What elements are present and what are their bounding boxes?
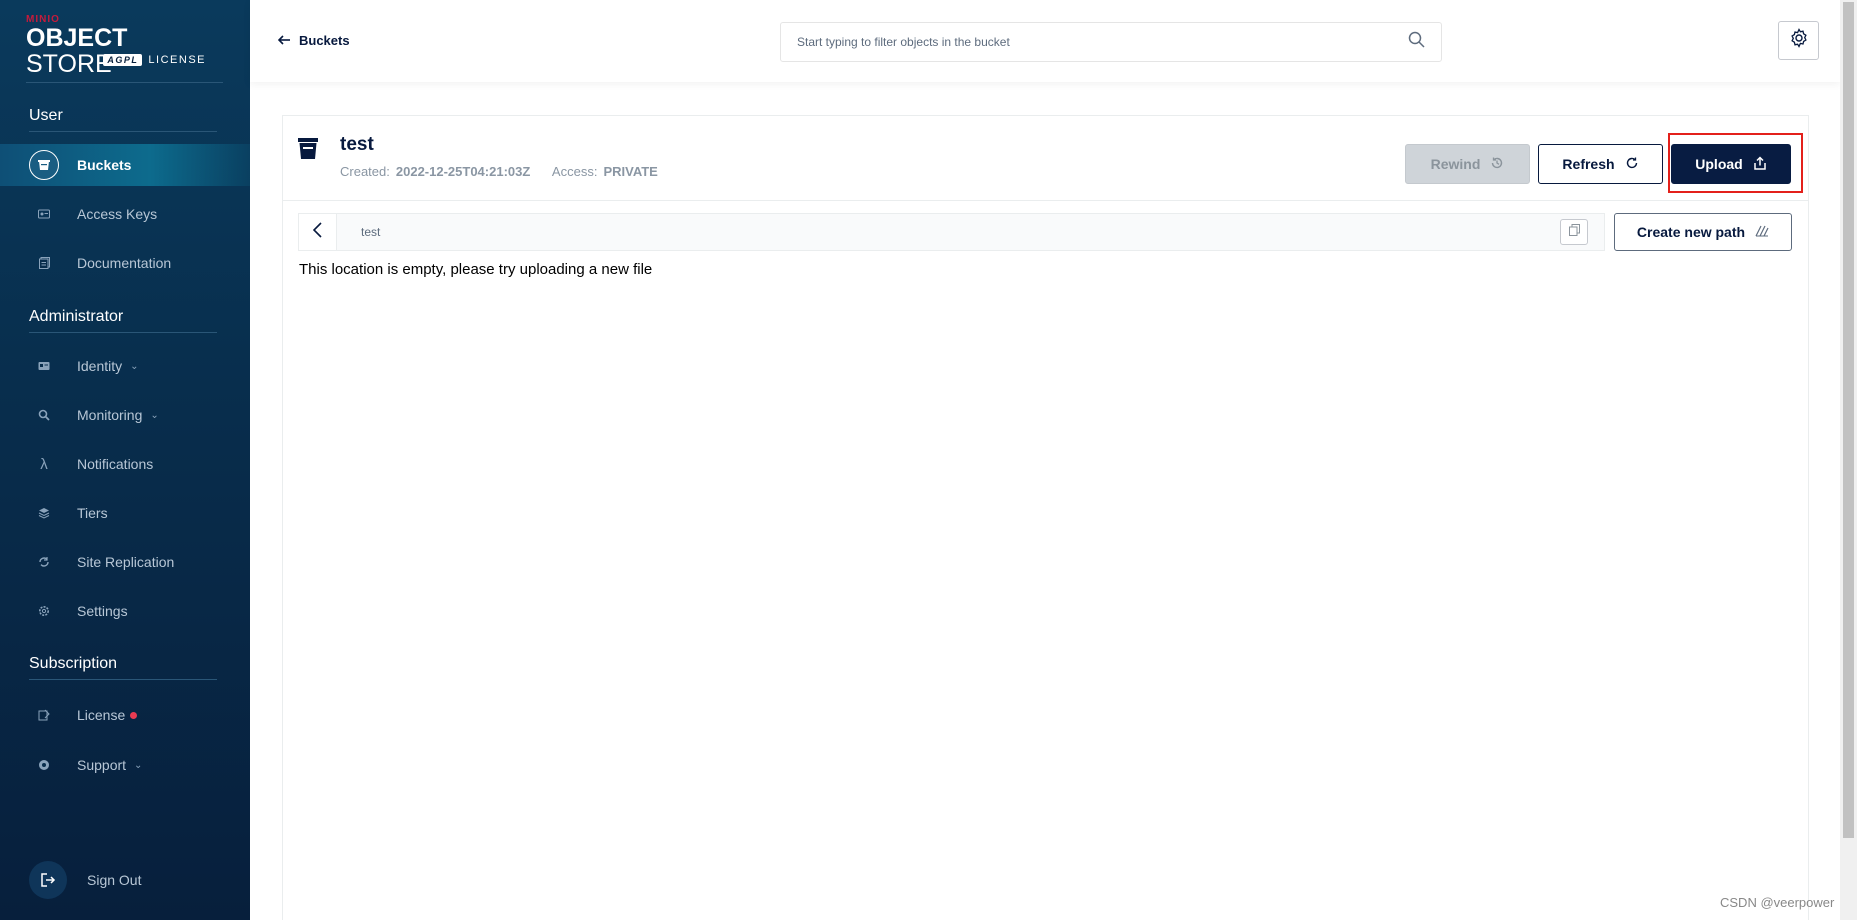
sidebar-item-label: Buckets [77,157,132,173]
sidebar-item-label: Documentation [77,255,172,271]
bucket-header: test Created: 2022-12-25T04:21:03Z Access… [283,116,1808,201]
sidebar-item-access-keys[interactable]: Access Keys [0,193,250,235]
sidebar-item-label: Monitoring [77,407,143,423]
history-icon [1490,156,1504,173]
bucket-meta: Created: 2022-12-25T04:21:03Z Access: PRIV… [340,164,658,179]
sidebar-item-identity[interactable]: Identity ⌄ [0,345,250,387]
rewind-label: Rewind [1430,156,1481,172]
logo-title: OBJECT STORE [26,24,128,78]
top-header: Buckets [250,0,1840,82]
agpl-badge: AGPL [103,54,143,66]
sidebar-item-documentation[interactable]: Documentation [0,242,250,284]
bucket-name: test [340,134,374,155]
sidebar-item-monitoring[interactable]: Monitoring ⌄ [0,394,250,436]
empty-location-message: This location is empty, please try uploa… [299,261,653,278]
back-to-buckets-link[interactable]: Buckets [277,33,350,48]
minio-logo[interactable]: MINIO OBJECT STORE AGPL LICENSE [26,14,216,77]
magnifier-icon [29,400,59,430]
sidebar-item-label: Site Replication [77,554,175,570]
refresh-button[interactable]: Refresh [1538,144,1663,184]
logo-license: AGPL LICENSE [103,54,206,66]
document-icon [29,248,59,278]
gear-icon [1789,28,1809,53]
sidebar-item-label: Support [77,757,127,773]
logout-icon [29,861,67,899]
sidebar-item-label: Identity [77,358,123,374]
new-path-icon [1755,224,1769,240]
chevron-down-icon: ⌄ [134,759,143,771]
section-title-administrator: Administrator [29,308,124,325]
sync-icon [29,547,59,577]
license-text: LICENSE [148,54,206,66]
path-back-button[interactable] [299,214,337,250]
support-icon [29,750,59,780]
settings-button[interactable] [1778,21,1819,60]
sidebar-item-label: License [77,707,126,723]
object-filter-search [780,22,1442,62]
sidebar-item-buckets[interactable]: Buckets [0,144,250,186]
page-scrollbar-thumb[interactable] [1843,2,1854,838]
license-alert-dot [130,711,138,719]
sidebar-item-label: Tiers [77,505,108,521]
sidebar-item-label: Notifications [77,456,154,472]
sidebar-item-label: Access Keys [77,206,158,222]
section-divider [29,131,217,132]
logo-divider [26,82,223,83]
access-value: PRIVATE [603,164,658,179]
upload-highlight-box [1668,133,1803,193]
refresh-label: Refresh [1562,156,1615,172]
sidebar-item-notifications[interactable]: λ Notifications [0,443,250,485]
watermark-text: CSDN @veerpower [1720,895,1835,910]
copy-icon [1568,223,1580,241]
license-icon [29,700,59,730]
bucket-browser-panel: test Created: 2022-12-25T04:21:03Z Access… [282,115,1809,920]
gear-icon [29,596,59,626]
bucket-icon [29,150,59,180]
sidebar: MINIO OBJECT STORE AGPL LICENSE User Buc… [0,0,250,920]
access-label: Access: [551,164,598,179]
section-title-subscription: Subscription [29,655,118,672]
chevron-left-icon [312,221,322,243]
key-icon [29,199,59,229]
sidebar-item-license[interactable]: License [0,694,250,736]
created-value: 2022-12-25T04:21:03Z [395,164,531,179]
search-icon[interactable] [1408,31,1425,53]
lambda-icon: λ [40,455,48,473]
created-label: Created: [340,164,390,179]
chevron-down-icon: ⌄ [150,409,159,421]
bucket-icon [298,138,318,165]
section-divider [29,679,217,680]
chevron-down-icon: ⌄ [130,360,139,372]
back-label: Buckets [299,33,350,48]
create-path-label: Create new path [1636,224,1746,240]
create-new-path-button[interactable]: Create new path [1614,213,1792,251]
sidebar-item-site-replication[interactable]: Site Replication [0,541,250,583]
sidebar-item-label: Settings [77,603,128,619]
section-title-user: User [29,107,63,124]
path-breadcrumb-bar: test [298,213,1605,251]
copy-path-button[interactable] [1560,219,1588,245]
sidebar-item-support[interactable]: Support ⌄ [0,744,250,786]
id-card-icon [29,351,59,381]
sign-out-label: Sign Out [87,872,142,888]
sidebar-item-settings[interactable]: Settings [0,590,250,632]
current-path: test [361,225,381,239]
search-input[interactable] [797,35,1408,49]
sign-out-button[interactable]: Sign Out [29,861,141,899]
rewind-button[interactable]: Rewind [1405,144,1530,184]
arrow-left-icon [277,33,291,48]
refresh-icon [1625,156,1639,173]
layers-icon [29,498,59,528]
section-divider [29,332,217,333]
sidebar-item-tiers[interactable]: Tiers [0,492,250,534]
